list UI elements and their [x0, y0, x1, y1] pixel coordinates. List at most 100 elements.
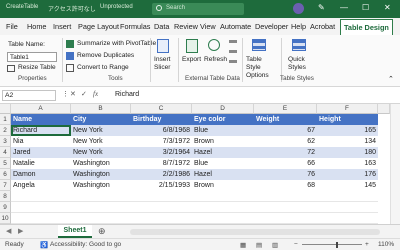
- header-cell-weight[interactable]: Weight: [254, 114, 317, 125]
- summarize-pivottable-button[interactable]: Summarize with PivotTable: [77, 40, 156, 47]
- header-cell-height[interactable]: Height: [317, 114, 378, 125]
- row-header[interactable]: 2: [0, 125, 11, 136]
- horizontal-scrollbar[interactable]: [130, 229, 380, 235]
- table-cell[interactable]: 2/15/1993: [131, 180, 192, 191]
- col-header-a[interactable]: A: [11, 104, 71, 114]
- table-cell[interactable]: Hazel: [192, 169, 254, 180]
- col-header-d[interactable]: D: [192, 104, 254, 114]
- table-cell[interactable]: 134: [317, 136, 378, 147]
- table-cell[interactable]: Brown: [192, 180, 254, 191]
- table-style-options-button[interactable]: Table Style Options: [246, 56, 276, 80]
- table-cell[interactable]: Hazel: [192, 147, 254, 158]
- tab-table-design[interactable]: Table Design: [340, 19, 393, 35]
- table-cell[interactable]: Angela: [11, 180, 71, 191]
- tab-file[interactable]: File: [6, 22, 18, 31]
- avatar[interactable]: [293, 3, 304, 14]
- table-cell[interactable]: Jared: [11, 147, 71, 158]
- table-cell[interactable]: Damon: [11, 169, 71, 180]
- table-cell[interactable]: 62: [254, 136, 317, 147]
- tab-data[interactable]: Data: [154, 22, 169, 31]
- empty-row[interactable]: [11, 213, 378, 224]
- table-cell[interactable]: 7/3/1972: [131, 136, 192, 147]
- table-cell[interactable]: 68: [254, 180, 317, 191]
- zoom-level[interactable]: 110%: [378, 241, 394, 248]
- add-sheet-icon[interactable]: ⊕: [98, 226, 106, 237]
- row-header[interactable]: 7: [0, 180, 11, 191]
- table-cell[interactable]: Natalie: [11, 158, 71, 169]
- col-header-b[interactable]: B: [71, 104, 131, 114]
- row-header[interactable]: 8: [0, 191, 11, 202]
- table-cell[interactable]: 66: [254, 158, 317, 169]
- next-sheet-icon[interactable]: ▶: [18, 227, 23, 235]
- tab-formulas[interactable]: Formulas: [120, 22, 150, 31]
- spreadsheet-grid[interactable]: A B C D E F 1 2 3 4 5 6 7 8 9 10 Name Ci…: [0, 104, 400, 224]
- fx-icon[interactable]: fx: [93, 90, 98, 98]
- tab-insert[interactable]: Insert: [53, 22, 71, 31]
- header-cell-eye-color[interactable]: Eye color: [192, 114, 254, 125]
- enter-icon[interactable]: ✓: [81, 90, 87, 98]
- table-cell[interactable]: 72: [254, 147, 317, 158]
- row-header[interactable]: 1: [0, 114, 11, 125]
- table-cell[interactable]: New York: [71, 136, 131, 147]
- vertical-scrollbar[interactable]: [390, 104, 400, 224]
- table-cell[interactable]: Brown: [192, 136, 254, 147]
- table-cell[interactable]: 165: [317, 125, 378, 136]
- tab-help[interactable]: Help: [291, 22, 306, 31]
- tab-review[interactable]: Review: [174, 22, 198, 31]
- tab-page-layout[interactable]: Page Layout: [78, 22, 119, 31]
- page-layout-view-icon[interactable]: ▤: [256, 241, 262, 249]
- export-button[interactable]: Export: [182, 56, 201, 63]
- header-cell-city[interactable]: City: [71, 114, 131, 125]
- table-cell[interactable]: 145: [317, 180, 378, 191]
- tab-view[interactable]: View: [200, 22, 216, 31]
- col-header-f[interactable]: F: [317, 104, 378, 114]
- zoom-slider[interactable]: [302, 244, 362, 245]
- table-cell[interactable]: New York: [71, 125, 131, 136]
- unlink-icon[interactable]: [229, 60, 237, 63]
- comments-icon[interactable]: ✎: [318, 3, 325, 12]
- normal-view-icon[interactable]: ▦: [240, 241, 246, 249]
- quick-styles-button[interactable]: Quick Styles: [288, 56, 312, 72]
- insert-slicer-button[interactable]: Insert Slicer: [154, 56, 176, 72]
- table-cell[interactable]: New York: [71, 147, 131, 158]
- row-header[interactable]: 6: [0, 169, 11, 180]
- minimize-icon[interactable]: —: [340, 3, 348, 12]
- prev-sheet-icon[interactable]: ◀: [6, 227, 11, 235]
- table-cell[interactable]: Washington: [71, 180, 131, 191]
- row-header[interactable]: 10: [0, 213, 11, 224]
- zoom-in-icon[interactable]: +: [365, 241, 369, 248]
- open-browser-icon[interactable]: [229, 50, 237, 53]
- accessibility-status[interactable]: Accessibility: Good to go: [50, 241, 121, 248]
- table-cell[interactable]: Washington: [71, 169, 131, 180]
- close-icon[interactable]: ✕: [384, 3, 391, 12]
- convert-to-range-button[interactable]: Convert to Range: [77, 64, 129, 71]
- search-box[interactable]: Search: [152, 3, 244, 15]
- table-cell[interactable]: Blue: [192, 125, 254, 136]
- header-cell-name[interactable]: Name: [11, 114, 71, 125]
- page-break-view-icon[interactable]: ▥: [272, 241, 278, 249]
- zoom-out-icon[interactable]: −: [294, 241, 298, 248]
- table-name-input[interactable]: Table1: [7, 52, 57, 62]
- tab-home[interactable]: Home: [27, 22, 46, 31]
- table-cell[interactable]: 176: [317, 169, 378, 180]
- row-header[interactable]: 3: [0, 136, 11, 147]
- col-header-e[interactable]: E: [254, 104, 317, 114]
- row-header[interactable]: 4: [0, 147, 11, 158]
- table-cell[interactable]: 163: [317, 158, 378, 169]
- tab-developer[interactable]: Developer: [255, 22, 288, 31]
- name-box[interactable]: A2: [2, 90, 56, 101]
- header-cell-birthday[interactable]: Birthday: [131, 114, 192, 125]
- empty-row[interactable]: [11, 202, 378, 213]
- table-cell[interactable]: 2/2/1986: [131, 169, 192, 180]
- table-cell[interactable]: 3/2/1964: [131, 147, 192, 158]
- formula-value[interactable]: Richard: [115, 91, 139, 98]
- table-cell[interactable]: Washington: [71, 158, 131, 169]
- row-header[interactable]: 5: [0, 158, 11, 169]
- empty-row[interactable]: [11, 191, 378, 202]
- table-cell[interactable]: 67: [254, 125, 317, 136]
- collapse-ribbon-icon[interactable]: ⌃: [388, 75, 394, 83]
- table-cell[interactable]: Nia: [11, 136, 71, 147]
- properties-small-icon[interactable]: [229, 40, 237, 43]
- sheet-tab-sheet1[interactable]: Sheet1: [58, 225, 92, 238]
- col-header-c[interactable]: C: [131, 104, 192, 114]
